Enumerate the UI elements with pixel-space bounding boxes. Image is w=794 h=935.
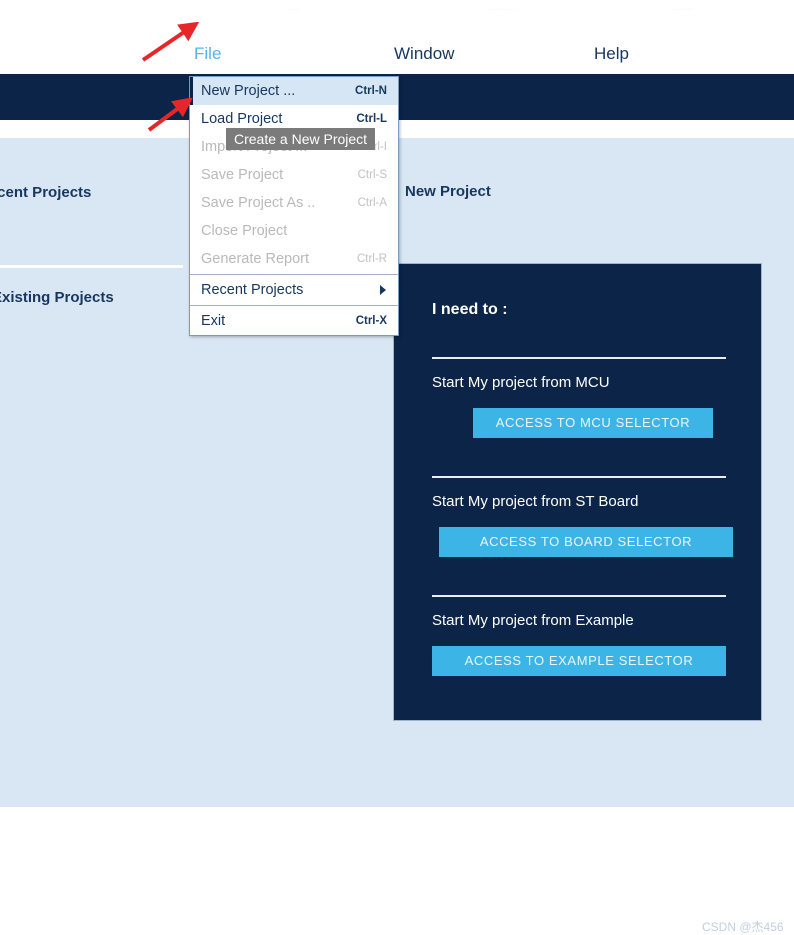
new-project-card: I need to : Start My project from MCU AC…	[393, 263, 762, 721]
menu-entry-close-project-label: Close Project	[201, 223, 288, 239]
file-dropdown-menu[interactable]: New Project ... Ctrl-N Load Project Ctrl…	[189, 76, 399, 336]
card-title: I need to :	[432, 301, 508, 318]
menu-entry-exit-shortcut: Ctrl-X	[355, 315, 387, 327]
card-divider-1	[432, 357, 726, 359]
menu-entry-generate-report-label: Generate Report	[201, 251, 310, 267]
menu-entry-close-project: Close Project	[190, 217, 398, 245]
menu-entry-recent-projects[interactable]: Recent Projects	[190, 276, 398, 304]
access-to-example-selector-button[interactable]: ACCESS TO EXAMPLE SELECTOR	[432, 646, 726, 676]
new-project-heading: New Project	[405, 183, 491, 200]
card-label-example: Start My project from Example	[432, 612, 634, 629]
menu-bar: File Window Help	[0, 14, 794, 74]
menu-entry-save-project-as: Save Project As .. Ctrl-A	[190, 189, 398, 217]
menu-entry-save-project-as-shortcut: Ctrl-A	[357, 197, 387, 209]
menu-entry-new-project[interactable]: New Project ... Ctrl-N	[190, 77, 398, 105]
menu-entry-save-project: Save Project Ctrl-S	[190, 161, 398, 189]
menu-entry-generate-report-shortcut: Ctrl-R	[356, 253, 387, 265]
menu-entry-save-project-label: Save Project	[201, 167, 284, 183]
existing-projects-heading: Existing Projects	[0, 289, 114, 306]
existing-projects-panel[interactable]: Existing Projects	[0, 271, 183, 807]
tooltip-create-new-project: Create a New Project	[226, 128, 376, 150]
card-label-board: Start My project from ST Board	[432, 493, 639, 510]
menu-separator-2	[190, 305, 398, 306]
menu-entry-save-project-as-label: Save Project As ..	[201, 195, 316, 211]
menu-entry-recent-projects-label: Recent Projects	[201, 282, 304, 298]
chevron-right-icon	[380, 285, 386, 295]
menu-entry-save-project-shortcut: Ctrl-S	[357, 169, 387, 181]
top-cutoff-fragment-3: .......	[672, 1, 694, 13]
menu-item-help[interactable]: Help	[594, 45, 629, 62]
menu-entry-new-project-shortcut: Ctrl-N	[355, 85, 387, 97]
access-to-mcu-selector-button[interactable]: ACCESS TO MCU SELECTOR	[473, 408, 713, 438]
menu-entry-new-project-label: New Project ...	[201, 83, 296, 99]
recent-projects-heading: Recent Projects	[0, 184, 92, 201]
top-cutoff-fragment-2: ..........	[488, 1, 519, 13]
menu-entry-exit[interactable]: Exit Ctrl-X	[190, 307, 398, 335]
card-divider-3	[432, 595, 726, 597]
menu-separator-1	[190, 274, 398, 275]
top-cutoff-fragment-1: ....	[288, 1, 301, 13]
card-divider-2	[432, 476, 726, 478]
menu-item-window[interactable]: Window	[394, 45, 454, 62]
menu-entry-exit-label: Exit	[201, 313, 226, 329]
access-to-board-selector-button[interactable]: ACCESS TO BOARD SELECTOR	[439, 527, 733, 557]
menu-item-file[interactable]: File	[194, 45, 221, 62]
recent-projects-panel[interactable]: Recent Projects	[0, 138, 183, 268]
menu-entry-generate-report: Generate Report Ctrl-R	[190, 245, 398, 273]
top-cutoff-strip: .... .......... .......	[0, 0, 794, 14]
card-label-mcu: Start My project from MCU	[432, 374, 610, 391]
watermark: CSDN @杰456	[702, 920, 784, 934]
